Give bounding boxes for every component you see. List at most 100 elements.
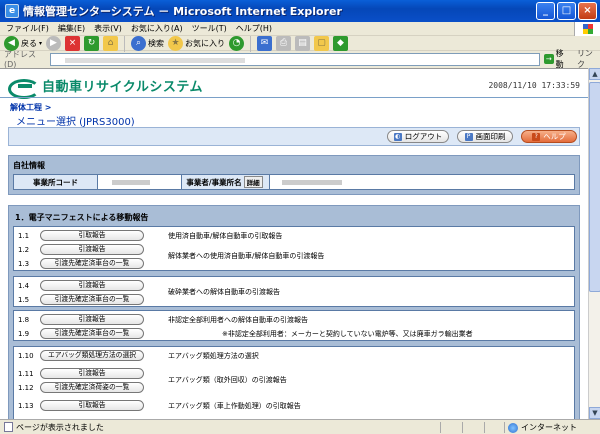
go-arrow-icon: → [544, 54, 554, 64]
confirmed-vehicles-list-button[interactable]: 引渡先確定済車台の一覧 [40, 294, 144, 305]
mail-icon[interactable]: ✉ [257, 36, 273, 51]
business-name-value [270, 175, 574, 189]
current-datetime: 2008/11/10 17:33:59 [488, 81, 580, 90]
security-zone: インターネット [508, 422, 577, 433]
manifest-report-panel: 1．電子マニフェストによる移動報告 1.1 引取報告 使用済自動車/解体自動車の… [8, 205, 580, 419]
delivery-report-button[interactable]: 引渡報告 [40, 368, 144, 379]
research-icon[interactable]: ◆ [333, 36, 349, 51]
window-title: 情報管理センターシステム － Microsoft Internet Explor… [23, 5, 342, 18]
logout-button[interactable]: ◐ ログアウト [387, 130, 449, 143]
action-bar: ◐ ログアウト P 画面印刷 ? ヘルプ [8, 127, 580, 146]
company-info-row: 事業所コード 事業者/事業所名 詳細 [13, 174, 575, 190]
home-icon[interactable]: ⌂ [103, 36, 119, 51]
ie-icon: e [5, 4, 19, 18]
browser-toolbar: ◀ 戻る ▾ ▶ × ↻ ⌂ ⌕ 検索 ★ お気に入り ◔ ✉ ⎙ ▤ ▢ ◆ [0, 35, 600, 52]
minimize-button[interactable]: _ [536, 2, 555, 20]
row-description: 非認定全部利用者への解体自動車の引渡報告 [168, 316, 308, 324]
close-button[interactable]: × [578, 2, 597, 20]
company-info-panel: 自社情報 事業所コード 事業者/事業所名 詳細 [8, 155, 580, 195]
list-item: 1.3 引渡先確定済車台の一覧 [14, 257, 574, 270]
favorites-button[interactable]: ★ お気に入り [168, 36, 225, 51]
stop-icon[interactable]: × [65, 36, 81, 51]
scroll-down-icon[interactable]: ▼ [589, 407, 600, 419]
printer-icon: P [464, 132, 473, 141]
search-button[interactable]: ⌕ 検索 [131, 36, 164, 51]
menu-tools[interactable]: ツール(T) [192, 23, 227, 34]
business-code-label: 事業所コード [14, 175, 98, 189]
status-text: ページが表示されました [16, 422, 104, 432]
list-item: 1.4 引渡報告 [14, 279, 574, 292]
page-title: メニュー選択 (JPRS3000) [16, 117, 135, 128]
maximize-button[interactable]: □ [557, 2, 576, 20]
recycle-logo-icon [8, 77, 40, 99]
search-icon: ⌕ [131, 36, 147, 51]
messenger-icon[interactable]: ▢ [314, 36, 330, 51]
row-description: エアバッグ類処理方法の選択 [168, 352, 259, 360]
help-button[interactable]: ? ヘルプ [521, 130, 577, 143]
row-description: 使用済自動車/解体自動車の引取報告 [168, 232, 283, 240]
page-icon [4, 422, 13, 432]
menu-view[interactable]: 表示(V) [94, 23, 122, 34]
list-item: 1.1 引取報告 [14, 229, 574, 242]
address-bar: アドレス(D) → 移動 リンク [0, 48, 600, 70]
confirmed-vehicles-list-button[interactable]: 引渡先確定済車台の一覧 [40, 258, 144, 269]
menu-bar: ファイル(F) 編集(E) 表示(V) お気に入り(A) ツール(T) ヘルプ(… [0, 22, 600, 36]
forward-arrow-icon[interactable]: ▶ [46, 36, 62, 51]
toolbar-separator [250, 35, 252, 52]
print-icon[interactable]: ⎙ [276, 36, 292, 51]
list-item: 1.5 引渡先確定済車台の一覧 [14, 293, 574, 306]
vertical-scrollbar[interactable]: ▲ ▼ [588, 68, 600, 419]
airbag-method-button[interactable]: エアバッグ類処理方法の選択 [40, 350, 144, 361]
windows-logo [574, 22, 600, 36]
company-section-title: 自社情報 [13, 161, 45, 170]
system-name: 自動車リサイクルシステム [42, 80, 203, 95]
pickup-report-button[interactable]: 引取報告 [40, 400, 144, 411]
report-group: 1.8 引渡報告 非認定全部利用者への解体自動車の引渡報告 1.9 引渡先確定済… [13, 310, 575, 341]
edit-icon[interactable]: ▤ [295, 36, 311, 51]
manifest-section-title: 1．電子マニフェストによる移動報告 [15, 213, 149, 222]
status-bar: ページが表示されました インターネット [0, 419, 600, 434]
breadcrumb[interactable]: 解体工程 > [10, 102, 52, 113]
address-input[interactable] [49, 52, 541, 66]
star-icon: ★ [168, 36, 184, 51]
links-button[interactable]: リンク [577, 48, 600, 70]
page-content: 自動車リサイクルシステム 2008/11/10 17:33:59 解体工程 > … [0, 68, 588, 419]
report-group: 1.4 引渡報告 破砕業者への解体自動車の引渡報告 1.5 引渡先確定済車台の一… [13, 276, 575, 307]
list-item: 1.11 引渡報告 [14, 367, 574, 380]
menu-help[interactable]: ヘルプ(H) [236, 23, 272, 34]
logout-icon: ◐ [393, 132, 402, 141]
confirmed-packages-list-button[interactable]: 引渡先確定済荷姿の一覧 [40, 382, 144, 393]
scrollbar-thumb[interactable] [589, 82, 600, 292]
history-icon[interactable]: ◔ [229, 36, 245, 51]
question-icon: ? [532, 132, 541, 141]
menu-edit[interactable]: 編集(E) [58, 23, 85, 34]
menu-file[interactable]: ファイル(F) [6, 23, 49, 34]
go-button[interactable]: → 移動 [544, 48, 571, 70]
print-screen-button[interactable]: P 画面印刷 [457, 130, 513, 143]
status-divider [504, 422, 505, 433]
dropdown-icon[interactable]: ▾ [39, 40, 42, 47]
report-group: 1.1 引取報告 使用済自動車/解体自動車の引取報告 1.2 引渡報告 解体業者… [13, 226, 575, 271]
refresh-icon[interactable]: ↻ [84, 36, 100, 51]
status-divider [462, 422, 463, 433]
menu-favorites[interactable]: お気に入り(A) [131, 23, 183, 34]
status-divider [484, 422, 485, 433]
window-titlebar: e 情報管理センターシステム － Microsoft Internet Expl… [0, 0, 600, 22]
windows-flag-icon [583, 24, 593, 34]
toolbar-separator [124, 35, 126, 52]
detail-button[interactable]: 詳細 [243, 176, 263, 188]
confirmed-vehicles-list-button[interactable]: 引渡先確定済車台の一覧 [40, 328, 144, 339]
status-divider [440, 422, 441, 433]
note-text: ※非認定全部利用者：メーカーと契約していない電炉等、又は廃車ガラ輸出業者 [222, 330, 473, 338]
delivery-report-button[interactable]: 引渡報告 [40, 280, 144, 291]
globe-icon [508, 422, 518, 433]
list-item: 1.10 エアバッグ類処理方法の選択 [14, 349, 574, 362]
report-group: 1.10 エアバッグ類処理方法の選択 エアバッグ類処理方法の選択 1.11 引渡… [13, 346, 575, 419]
scroll-up-icon[interactable]: ▲ [589, 68, 600, 80]
pickup-report-button[interactable]: 引取報告 [40, 230, 144, 241]
address-text-redacted [64, 57, 245, 63]
system-logo: 自動車リサイクルシステム [8, 76, 203, 99]
row-description: エアバッグ類（車上作動処理）の引取報告 [168, 402, 301, 410]
delivery-report-button[interactable]: 引渡報告 [40, 244, 144, 255]
delivery-report-button[interactable]: 引渡報告 [40, 314, 144, 325]
